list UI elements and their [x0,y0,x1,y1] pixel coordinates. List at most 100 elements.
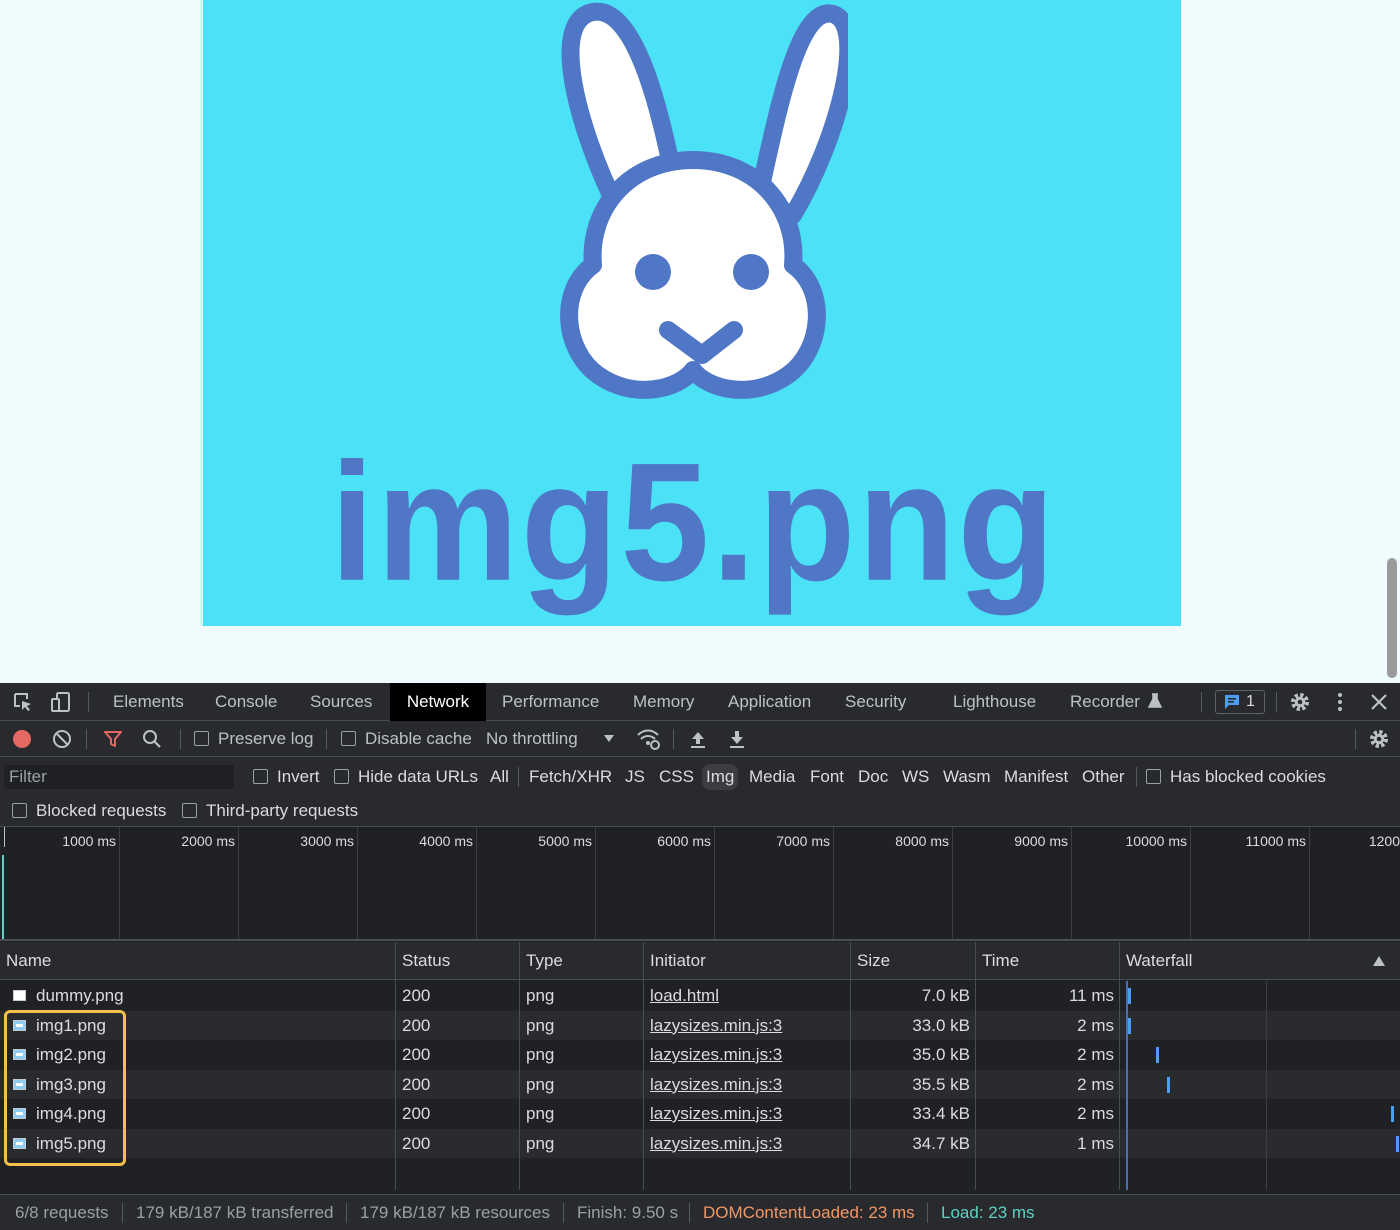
invert-checkbox[interactable] [253,769,268,784]
timeline-tick: 2000 ms [181,833,235,849]
column-divider[interactable] [850,942,851,1190]
filter-type-other[interactable]: Other [1078,764,1129,790]
filter-type-css[interactable]: CSS [655,764,698,790]
request-initiator-link[interactable]: lazysizes.min.js:3 [650,1099,782,1129]
disable-cache-checkbox[interactable] [341,731,356,746]
timeline-gridline [952,827,953,939]
document-icon [13,990,26,1001]
filter-type-doc[interactable]: Doc [854,764,892,790]
network-settings-gear-icon[interactable] [1368,728,1390,750]
third-party-requests-checkbox[interactable] [182,803,197,818]
request-status: 200 [402,1133,431,1153]
hide-data-urls-checkbox[interactable] [334,769,349,784]
column-header-size[interactable]: Size [851,942,890,980]
throttling-select[interactable]: No throttling [486,729,578,749]
filter-icon[interactable] [103,729,123,749]
request-initiator-link[interactable]: lazysizes.min.js:3 [650,1040,782,1070]
tab-network[interactable]: Network [390,683,486,721]
divider [689,1203,690,1223]
request-initiator-link[interactable]: load.html [650,981,719,1011]
column-divider[interactable] [975,942,976,1190]
record-stop-icon[interactable] [12,729,32,749]
tab-application[interactable]: Application [715,683,824,721]
timeline-tick: 1000 ms [62,833,116,849]
filter-type-ws[interactable]: WS [898,764,933,790]
filter-type-all[interactable]: All [486,764,513,790]
column-header-initiator[interactable]: Initiator [644,942,706,980]
import-har-icon[interactable] [689,729,707,749]
export-har-icon[interactable] [728,729,746,749]
dropdown-arrow-icon[interactable] [604,735,614,743]
summary-requests: 6/8 requests [15,1203,109,1222]
tab-sources[interactable]: Sources [297,683,385,721]
table-row[interactable]: img2.png 200 png lazysizes.min.js:3 35.0… [0,1040,1400,1070]
column-header-time[interactable]: Time [976,942,1019,980]
invert-label: Invert [277,767,320,786]
divider [346,1203,347,1223]
column-header-waterfall[interactable]: Waterfall [1120,942,1192,980]
filter-type-js[interactable]: JS [621,764,649,790]
filter-type-manifest[interactable]: Manifest [1000,764,1072,790]
filter-type-media[interactable]: Media [745,764,799,790]
tab-performance[interactable]: Performance [489,683,612,721]
request-status: 200 [402,1074,431,1094]
filter-type-font[interactable]: Font [806,764,848,790]
has-blocked-cookies-label: Has blocked cookies [1170,767,1326,786]
load-marker [2,855,4,939]
tab-security[interactable]: Security [832,683,919,721]
column-header-type[interactable]: Type [520,942,563,980]
request-initiator-link[interactable]: lazysizes.min.js:3 [650,1070,782,1100]
page-scrollbar[interactable] [1387,558,1397,678]
column-header-status[interactable]: Status [396,942,450,980]
waterfall-bar [1156,1047,1159,1063]
clear-icon[interactable] [52,729,72,749]
requests-table: Name Status Type Initiator Size Time Wat… [0,942,1400,1190]
summary-resources: 179 kB/187 kB resources [360,1203,550,1222]
request-time: 2 ms [1077,1104,1114,1123]
tab-recorder[interactable]: Recorder [1057,683,1175,721]
preserve-log-checkbox[interactable] [194,731,209,746]
preserve-log-label: Preserve log [218,729,314,748]
bunny-illustration [560,2,848,399]
column-header-name[interactable]: Name [0,942,51,980]
table-row[interactable]: img5.png 200 png lazysizes.min.js:3 34.7… [0,1128,1400,1159]
filter-type-fetch-xhr[interactable]: Fetch/XHR [525,764,616,790]
column-divider[interactable] [1119,942,1120,1190]
sort-ascending-icon[interactable] [1373,956,1385,966]
tab-console[interactable]: Console [202,683,290,721]
more-options-icon[interactable] [1329,691,1351,713]
request-initiator-link[interactable]: lazysizes.min.js:3 [650,1011,782,1041]
timeline-overview[interactable]: 1000 ms 2000 ms 3000 ms 4000 ms 5000 ms … [0,827,1400,941]
request-type: png [526,1015,555,1035]
tab-elements[interactable]: Elements [100,683,197,721]
summary-transferred: 179 kB/187 kB transferred [136,1203,334,1222]
filter-type-img[interactable]: Img [702,764,739,790]
column-divider[interactable] [519,942,520,1190]
tab-lighthouse[interactable]: Lighthouse [940,683,1049,721]
table-row[interactable]: img1.png 200 png lazysizes.min.js:3 33.0… [0,1010,1400,1041]
table-row[interactable]: img3.png 200 png lazysizes.min.js:3 35.5… [0,1069,1400,1100]
timeline-selection-handle[interactable] [4,827,5,847]
column-divider[interactable] [395,942,396,1190]
device-toolbar-icon[interactable] [50,691,72,713]
blocked-requests-checkbox[interactable] [12,803,27,818]
issues-counter-button[interactable]: 1 [1215,690,1265,714]
timeline-tick: 6000 ms [657,833,711,849]
network-conditions-icon[interactable] [636,728,660,750]
timeline-tick: 5000 ms [538,833,592,849]
table-row[interactable]: img4.png 200 png lazysizes.min.js:3 33.4… [0,1099,1400,1129]
tab-memory[interactable]: Memory [620,683,707,721]
settings-gear-icon[interactable] [1289,691,1311,713]
search-icon[interactable] [142,729,162,749]
close-icon[interactable] [1368,691,1390,713]
timeline-tick: 3000 ms [300,833,354,849]
inspect-element-icon[interactable] [12,691,34,713]
has-blocked-cookies-checkbox[interactable] [1146,769,1161,784]
request-status: 200 [402,1045,431,1064]
filter-type-wasm[interactable]: Wasm [939,764,995,790]
request-initiator-link[interactable]: lazysizes.min.js:3 [650,1129,782,1159]
table-row[interactable]: dummy.png 200 png load.html 7.0 kB 11 ms [0,981,1400,1011]
request-type: png [526,1104,555,1123]
column-divider[interactable] [643,942,644,1190]
filter-input[interactable]: Filter [4,765,234,789]
